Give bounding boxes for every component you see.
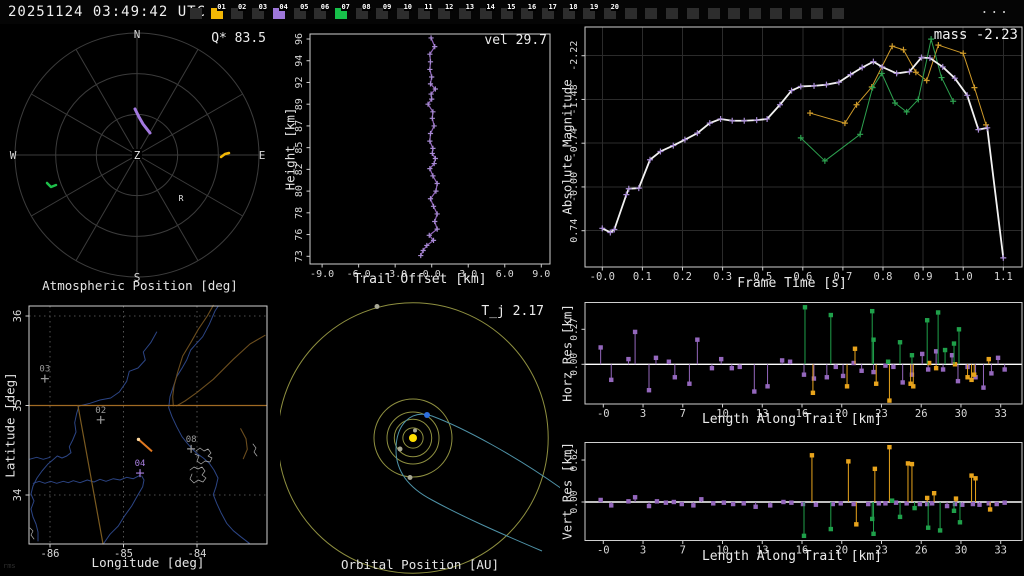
camera-number: 12 xyxy=(444,3,454,11)
svg-text:73: 73 xyxy=(294,250,305,262)
utc-timestamp: 20251124 03:49:42 UTC xyxy=(8,4,207,20)
app-window: 20251124 03:49:42 UTC 01 02 03 04 05 06 07 08 09… xyxy=(0,0,1024,576)
trail-offset-plot: -9.0 -6.0 -3.0 0.0 3.0 6.0 9.07376788082858789… xyxy=(294,33,551,280)
camera-toggle-20[interactable]: 20 xyxy=(604,4,619,19)
camera-toggle-03[interactable]: 03 xyxy=(252,4,268,19)
camera-number: 15 xyxy=(507,3,516,11)
camera-number: 08 xyxy=(362,3,371,11)
svg-text:N: N xyxy=(134,28,141,41)
mag-xlabel: Frame Time [s] xyxy=(737,276,847,291)
camera-number: 02 xyxy=(237,3,247,11)
camera-toggle-13[interactable]: 13 xyxy=(459,4,475,19)
camera-toggle-blank[interactable] xyxy=(686,8,699,19)
orbit-title: Orbital Position [AU] xyxy=(340,557,500,572)
camera-toggle-blank[interactable] xyxy=(190,8,202,19)
residuals-plots: -0 3 7 10 13 16 20 23 26 30 330.000.27-0 3 7 10 13 16 20… xyxy=(569,302,1023,557)
camera-toggle-blank[interactable] xyxy=(624,8,637,19)
camera-number: 09 xyxy=(382,3,392,11)
camera-toggle-12[interactable]: 12 xyxy=(438,4,454,19)
camera-number: 19 xyxy=(589,3,599,11)
ground-map-plot: 03020408-86 -85 -84343536 xyxy=(12,304,268,560)
svg-text:04: 04 xyxy=(135,459,146,469)
magnitude-plot: -0.0 0.1 0.2 0.3 0.5 0.6 0.7 0.8 0.9 1.0 1.1-2.22-… xyxy=(569,26,1023,283)
svg-text:94: 94 xyxy=(294,55,305,67)
camera-toggle-18[interactable]: 18 xyxy=(562,4,578,19)
svg-text:96: 96 xyxy=(294,33,305,45)
mag-ylabel: Absolute Magnitude xyxy=(559,79,575,215)
corner-watermark: rms xyxy=(3,562,16,570)
svg-text:Z: Z xyxy=(134,149,141,162)
trail-xlabel: Trail Offset [km] xyxy=(353,272,487,287)
camera-number: 04 xyxy=(279,3,288,11)
camera-toggle-19[interactable]: 19 xyxy=(583,4,599,19)
horz-res-xlabel: Length Along Trail [km] xyxy=(701,412,882,427)
camera-toggle-blank[interactable] xyxy=(790,8,803,19)
atmospheric-title: Atmospheric Position [deg] xyxy=(42,278,238,293)
camera-number: 16 xyxy=(527,3,537,11)
camera-toggle-08[interactable]: 08 xyxy=(355,4,371,19)
camera-toggle-04[interactable]: 04 xyxy=(272,4,288,19)
camera-toggle-11[interactable]: 11 xyxy=(417,4,433,19)
camera-number: 07 xyxy=(341,3,350,11)
svg-text:36: 36 xyxy=(12,310,24,323)
atmospheric-position-plot: ZNSEWR xyxy=(10,28,266,284)
orbital-position-plot xyxy=(280,302,560,574)
camera-toggle-01[interactable]: 01 xyxy=(210,4,226,19)
camera-toggle-17[interactable]: 17 xyxy=(541,4,557,19)
svg-text:02: 02 xyxy=(95,406,106,416)
map-ylabel: Latitude [deg] xyxy=(2,372,18,478)
camera-toggle-02[interactable]: 02 xyxy=(231,4,247,19)
tj-stat-label: T_j 2.17 xyxy=(481,304,544,319)
svg-text:R: R xyxy=(179,194,184,203)
camera-toggle-14[interactable]: 14 xyxy=(479,4,495,19)
svg-text:76: 76 xyxy=(294,229,305,241)
camera-toggle-07[interactable]: 07 xyxy=(334,4,350,19)
map-xlabel: Longitude [deg] xyxy=(91,555,205,570)
top-status-bar: 20251124 03:49:42 UTC 01 02 03 04 05 06 07 08 09… xyxy=(0,0,1024,24)
q-stat-label: Q* 83.5 xyxy=(211,31,266,46)
svg-text:03: 03 xyxy=(39,365,50,375)
camera-toggle-blank[interactable] xyxy=(666,8,679,19)
camera-toggle-16[interactable]: 16 xyxy=(521,4,537,19)
camera-toggle-blank[interactable] xyxy=(769,8,782,19)
vert-res-ylabel: Vert Res [km] xyxy=(559,442,575,540)
svg-text:92: 92 xyxy=(294,76,305,88)
camera-number: 18 xyxy=(569,3,578,11)
camera-number: 05 xyxy=(300,3,309,11)
mass-stat-label: mass -2.23 xyxy=(933,27,1018,43)
camera-toggle-15[interactable]: 15 xyxy=(500,4,516,19)
svg-text:08: 08 xyxy=(186,435,197,445)
overflow-menu-icon[interactable]: ... xyxy=(981,2,1010,17)
camera-toggle-06[interactable]: 06 xyxy=(314,4,330,19)
camera-toggle-blank[interactable] xyxy=(748,8,761,19)
camera-toggle-09[interactable]: 09 xyxy=(376,4,392,19)
camera-number: 10 xyxy=(403,3,412,11)
camera-number: 13 xyxy=(465,3,475,11)
vel-stat-label: vel 29.7 xyxy=(484,33,547,48)
camera-number: 01 xyxy=(217,3,226,11)
trail-ylabel: Height [km] xyxy=(282,107,298,191)
svg-text:-2.22: -2.22 xyxy=(569,41,580,71)
camera-toggle-blank[interactable] xyxy=(728,8,741,19)
camera-number: 14 xyxy=(486,3,495,11)
svg-text:E: E xyxy=(259,149,266,162)
camera-number: 06 xyxy=(320,3,330,11)
camera-toggle-05[interactable]: 05 xyxy=(293,4,309,19)
camera-number: 20 xyxy=(610,3,619,11)
camera-number: 11 xyxy=(424,3,433,11)
camera-toggle-blank[interactable] xyxy=(831,8,844,19)
camera-number: 17 xyxy=(548,3,557,11)
camera-toggle-blank[interactable] xyxy=(811,8,823,19)
vert-res-xlabel: Length Along Trail [km] xyxy=(701,549,882,564)
camera-number: 03 xyxy=(258,3,268,11)
svg-text:W: W xyxy=(10,149,17,162)
camera-toggle-10[interactable]: 10 xyxy=(397,4,412,19)
svg-text:78: 78 xyxy=(294,207,305,219)
camera-toggle-blank[interactable] xyxy=(707,8,720,19)
svg-text:34: 34 xyxy=(12,489,24,502)
horz-res-ylabel: Horz Res [km] xyxy=(559,304,575,402)
camera-toggle-blank[interactable] xyxy=(645,8,658,19)
svg-text:0.74: 0.74 xyxy=(569,219,580,243)
